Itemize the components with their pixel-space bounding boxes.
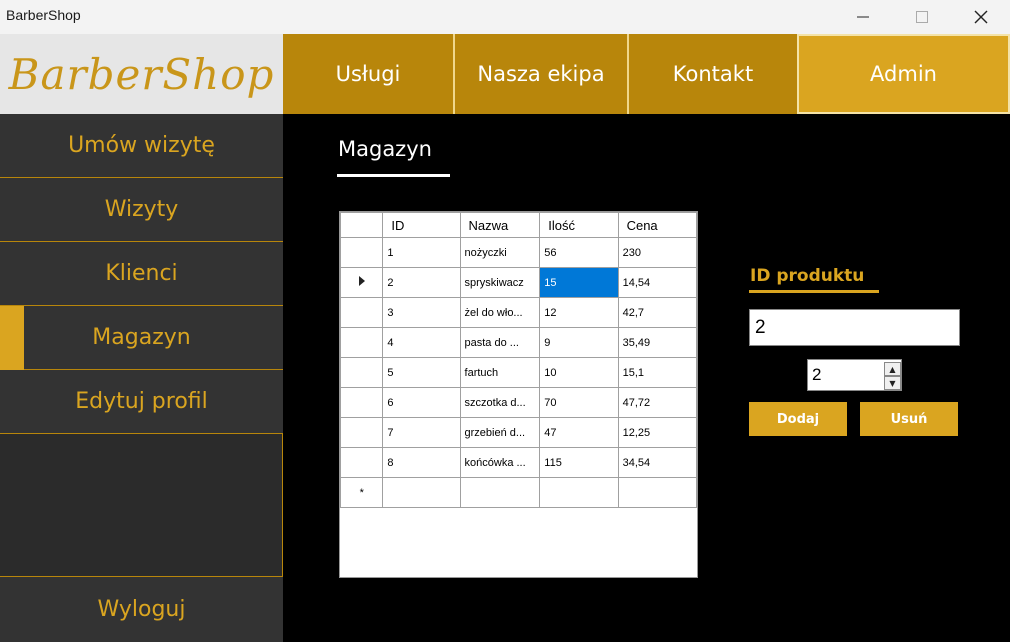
cell-cena[interactable]: 230: [617, 237, 698, 268]
cell-nazwa[interactable]: szczotka d...: [459, 387, 541, 418]
table-row[interactable]: 1 nożyczki 56 230: [339, 237, 698, 268]
nav-uslugi[interactable]: Usługi: [283, 34, 453, 114]
cell-id[interactable]: 3: [382, 297, 461, 328]
cell-id[interactable]: 6: [382, 387, 461, 418]
nav-kontakt[interactable]: Kontakt: [627, 34, 797, 114]
cell-cena[interactable]: 34,54: [617, 447, 698, 478]
sidebar-item-edytuj-profil[interactable]: Edytuj profil: [0, 370, 283, 434]
top-nav: Usługi Nasza ekipa Kontakt Admin: [283, 34, 1010, 114]
inventory-grid[interactable]: ID Nazwa Ilość Cena 1 nożyczki 56 230 2 …: [339, 211, 698, 578]
maximize-icon: [916, 11, 928, 23]
product-id-input[interactable]: 2: [749, 309, 960, 346]
table-row[interactable]: 5 fartuch 10 15,1: [339, 357, 698, 388]
page-title: Magazyn: [338, 137, 432, 161]
window-title: BarberShop: [6, 7, 81, 23]
nav-nasza-ekipa[interactable]: Nasza ekipa: [453, 34, 627, 114]
cell-cena[interactable]: 42,7: [617, 297, 698, 328]
cell-id[interactable]: 1: [382, 237, 461, 268]
close-button[interactable]: [952, 0, 1010, 34]
remove-button[interactable]: Usuń: [860, 402, 958, 436]
cell-ilosc[interactable]: 9: [539, 327, 619, 358]
cell-nazwa[interactable]: grzebień d...: [459, 417, 541, 448]
cell-ilosc[interactable]: 10: [539, 357, 619, 388]
row-header[interactable]: [339, 417, 384, 448]
column-header-nazwa[interactable]: Nazwa: [459, 212, 541, 238]
cell-id[interactable]: 7: [382, 417, 461, 448]
table-row[interactable]: 6 szczotka d... 70 47,72: [339, 387, 698, 418]
maximize-button[interactable]: [893, 0, 951, 34]
title-bar: BarberShop: [0, 0, 1010, 34]
active-indicator: [0, 306, 24, 370]
sidebar-item-label: Magazyn: [92, 325, 191, 350]
cell-ilosc[interactable]: 12: [539, 297, 619, 328]
row-header-corner: [339, 212, 384, 238]
product-id-underline: [749, 290, 879, 293]
table-row[interactable]: 2 spryskiwacz 15 14,54: [339, 267, 698, 298]
table-row[interactable]: 7 grzebień d... 47 12,25: [339, 417, 698, 448]
minimize-button[interactable]: [834, 0, 892, 34]
cell-new[interactable]: [459, 477, 541, 508]
row-header[interactable]: [339, 237, 384, 268]
sidebar: Umów wizytę Wizyty Klienci Magazyn Edytu…: [0, 114, 283, 642]
cell-nazwa[interactable]: pasta do ...: [459, 327, 541, 358]
cell-cena[interactable]: 47,72: [617, 387, 698, 418]
cell-nazwa[interactable]: końcówka ...: [459, 447, 541, 478]
column-header-ilosc[interactable]: Ilość: [539, 212, 619, 238]
cell-ilosc[interactable]: 47: [539, 417, 619, 448]
table-row[interactable]: 3 żel do wło... 12 42,7: [339, 297, 698, 328]
row-header[interactable]: [339, 447, 384, 478]
quantity-value[interactable]: 2: [812, 365, 821, 385]
cell-id[interactable]: 8: [382, 447, 461, 478]
close-icon: [974, 10, 988, 24]
cell-cena[interactable]: 15,1: [617, 357, 698, 388]
cell-nazwa[interactable]: żel do wło...: [459, 297, 541, 328]
cell-nazwa[interactable]: fartuch: [459, 357, 541, 388]
minimize-icon: [857, 16, 869, 18]
cell-cena[interactable]: 35,49: [617, 327, 698, 358]
column-header-id[interactable]: ID: [382, 212, 461, 238]
current-row-arrow-icon: [358, 276, 365, 286]
logout-button[interactable]: Wyloguj: [0, 576, 283, 642]
quantity-stepper[interactable]: 2 ▲ ▼: [807, 359, 902, 391]
cell-new[interactable]: [617, 477, 698, 508]
cell-id[interactable]: 2: [382, 267, 461, 298]
nav-admin[interactable]: Admin: [797, 34, 1010, 114]
table-row[interactable]: 4 pasta do ... 9 35,49: [339, 327, 698, 358]
cell-new[interactable]: [382, 477, 461, 508]
logo: BarberShop: [0, 34, 283, 114]
grid-header-row: ID Nazwa Ilość Cena: [339, 212, 698, 238]
column-header-cena[interactable]: Cena: [617, 212, 698, 238]
row-header[interactable]: [339, 387, 384, 418]
cell-new[interactable]: [539, 477, 619, 508]
logo-text: BarberShop: [8, 49, 275, 99]
stepper-down-icon[interactable]: ▼: [884, 376, 901, 390]
cell-cena[interactable]: 12,25: [617, 417, 698, 448]
title-underline: [337, 174, 450, 177]
cell-id[interactable]: 5: [382, 357, 461, 388]
cell-id[interactable]: 4: [382, 327, 461, 358]
cell-ilosc[interactable]: 115: [539, 447, 619, 478]
product-id-label: ID produktu: [750, 266, 865, 286]
sidebar-item-wizyty[interactable]: Wizyty: [0, 178, 283, 242]
row-header[interactable]: [339, 327, 384, 358]
sidebar-item-umow-wizyte[interactable]: Umów wizytę: [0, 114, 283, 178]
row-header[interactable]: [339, 267, 384, 298]
cell-ilosc[interactable]: 70: [539, 387, 619, 418]
sidebar-item-klienci[interactable]: Klienci: [0, 242, 283, 306]
table-row[interactable]: 8 końcówka ... 115 34,54: [339, 447, 698, 478]
row-header[interactable]: [339, 357, 384, 388]
cell-cena[interactable]: 14,54: [617, 267, 698, 298]
cell-ilosc[interactable]: 56: [539, 237, 619, 268]
cell-ilosc[interactable]: 15: [539, 267, 619, 298]
row-header[interactable]: [339, 297, 384, 328]
stepper-up-icon[interactable]: ▲: [884, 362, 901, 376]
sidebar-item-magazyn[interactable]: Magazyn: [0, 306, 283, 370]
cell-nazwa[interactable]: spryskiwacz: [459, 267, 541, 298]
new-row[interactable]: *: [339, 477, 698, 508]
new-row-marker: *: [339, 477, 384, 508]
cell-nazwa[interactable]: nożyczki: [459, 237, 541, 268]
add-button[interactable]: Dodaj: [749, 402, 847, 436]
